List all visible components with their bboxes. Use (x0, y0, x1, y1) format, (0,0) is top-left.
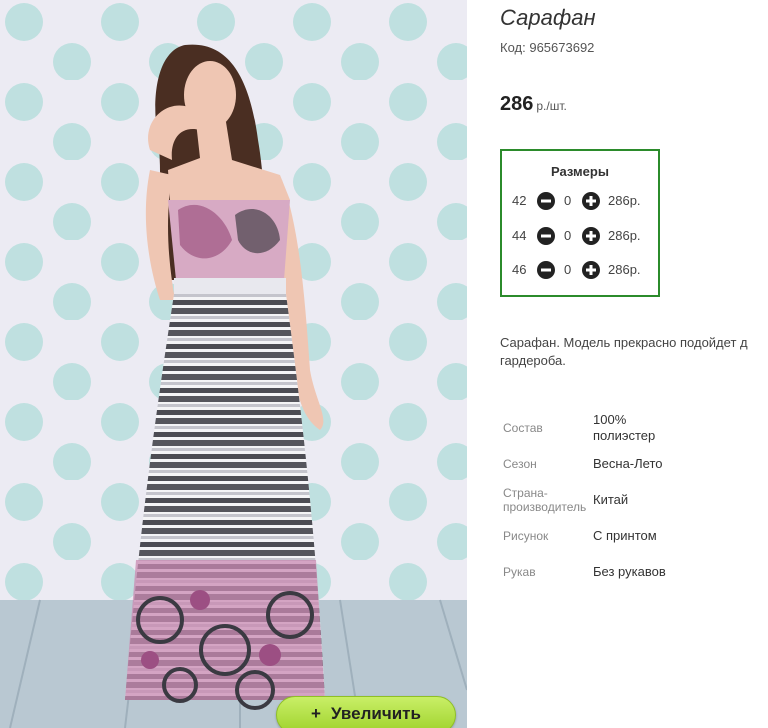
plus-circle-icon[interactable] (582, 227, 600, 245)
zoom-button-label: Увеличить (330, 704, 421, 723)
size-value: 42 (512, 193, 527, 208)
attribute-row: Состав 100% полиэстер (500, 410, 673, 446)
size-price: 286р. (608, 228, 641, 243)
product-code: Код: 965673692 (500, 40, 594, 55)
attribute-row: Страна-производитель Китай (500, 482, 673, 518)
quantity-value: 0 (564, 193, 572, 208)
attributes-table: Состав 100% полиэстер Сезон Весна-Лето С… (500, 410, 673, 590)
price-amount: 286 (500, 93, 534, 115)
price-unit: р./шт. (536, 99, 567, 113)
product-title: Сарафан (500, 5, 596, 30)
plus-circle-icon[interactable] (582, 261, 600, 279)
attribute-value: Без рукавов (593, 564, 666, 579)
attribute-value: 100% полиэстер (593, 412, 656, 443)
attribute-row: Рисунок С принтом (500, 518, 673, 554)
minus-circle-icon[interactable] (537, 227, 555, 245)
product-photo-illustration (0, 0, 467, 728)
size-row: 46 0 286р. (502, 260, 658, 280)
description-line: Сарафан. Модель прекрасно подойдет д (500, 335, 748, 350)
product-code-value: 965673692 (529, 40, 595, 55)
quantity-value: 0 (564, 262, 572, 277)
attribute-row: Рукав Без рукавов (500, 554, 673, 590)
attribute-key: Рукав (503, 565, 536, 579)
attribute-value: Китай (593, 492, 629, 507)
attribute-value: С принтом (593, 528, 657, 543)
sizes-box: Размеры 42 0 286р. 44 0 286р. 46 0 286р. (500, 149, 660, 297)
attribute-key: Страна-производитель (503, 486, 587, 514)
description-line: гардероба. (500, 353, 566, 368)
quantity-value: 0 (564, 228, 572, 243)
size-value: 44 (512, 228, 527, 243)
attribute-row: Сезон Весна-Лето (500, 446, 673, 482)
product-description: Сарафан. Модель прекрасно подойдет д гар… (500, 334, 768, 370)
size-price: 286р. (608, 262, 641, 277)
product-image[interactable]: + Увеличить (0, 0, 467, 728)
size-value: 46 (512, 262, 527, 277)
sizes-title: Размеры (551, 164, 609, 179)
size-row: 42 0 286р. (502, 191, 658, 211)
size-price: 286р. (608, 193, 641, 208)
plus-icon: + (311, 704, 321, 723)
attribute-value: Весна-Лето (593, 456, 663, 471)
attribute-key: Сезон (503, 457, 537, 471)
attribute-key: Состав (503, 421, 543, 435)
plus-circle-icon[interactable] (582, 192, 600, 210)
attribute-key: Рисунок (503, 529, 549, 543)
minus-circle-icon[interactable] (537, 192, 555, 210)
product-code-label: Код: (500, 40, 526, 55)
minus-circle-icon[interactable] (537, 261, 555, 279)
size-row: 44 0 286р. (502, 226, 658, 246)
zoom-button[interactable]: + Увеличить (276, 696, 456, 728)
product-price: 286 р./шт. (500, 93, 567, 116)
